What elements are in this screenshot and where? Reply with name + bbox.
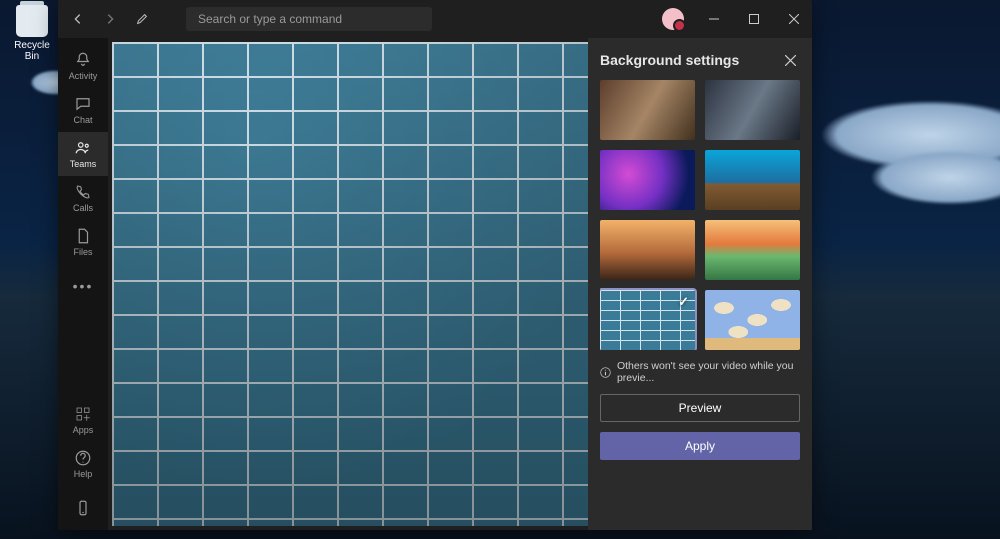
rail-label: Activity: [69, 71, 98, 81]
video-preview: [108, 38, 588, 530]
nav-back-button[interactable]: [64, 5, 92, 33]
bg-thumb-old-town[interactable]: [600, 220, 695, 280]
rail-label: Files: [73, 247, 92, 257]
preview-button[interactable]: Preview: [600, 394, 800, 422]
apps-icon: [74, 405, 92, 423]
nav-forward-button[interactable]: [96, 5, 124, 33]
window-close-button[interactable]: [776, 5, 812, 33]
panel-close-button[interactable]: [780, 50, 800, 70]
rail-label: Calls: [73, 203, 93, 213]
rail-device[interactable]: [58, 486, 108, 530]
rail-more[interactable]: •••: [58, 264, 108, 308]
teams-icon: [74, 139, 92, 157]
recycle-bin[interactable]: Recycle Bin: [8, 5, 56, 62]
rail-label: Help: [74, 469, 93, 479]
apply-button[interactable]: Apply: [600, 432, 800, 460]
teams-window: Search or type a command Activity Chat T…: [58, 0, 812, 530]
rail-help[interactable]: Help: [58, 442, 108, 486]
search-placeholder: Search or type a command: [198, 12, 342, 26]
bg-thumb-moon-cliff[interactable]: [705, 150, 800, 210]
rail-teams[interactable]: Teams: [58, 132, 108, 176]
new-note-button[interactable]: [128, 5, 156, 33]
background-preview-brick: [112, 42, 588, 526]
help-icon: [74, 449, 92, 467]
rail-apps[interactable]: Apps: [58, 398, 108, 442]
info-icon: [600, 366, 611, 379]
bg-thumb-sunset-hiker[interactable]: [705, 220, 800, 280]
close-icon: [785, 55, 796, 66]
bg-thumb-street-dusk[interactable]: [600, 80, 695, 140]
rail-label: Chat: [73, 115, 92, 125]
titlebar: Search or type a command: [58, 0, 812, 38]
rail-activity[interactable]: Activity: [58, 44, 108, 88]
rail-calls[interactable]: Calls: [58, 176, 108, 220]
window-minimize-button[interactable]: [696, 5, 732, 33]
phone-icon: [74, 183, 92, 201]
more-icon: •••: [73, 279, 94, 293]
panel-title: Background settings: [600, 52, 739, 68]
window-maximize-button[interactable]: [736, 5, 772, 33]
recycle-bin-label: Recycle Bin: [8, 40, 56, 62]
search-input[interactable]: Search or type a command: [186, 7, 432, 31]
rail-label: Teams: [70, 159, 97, 169]
file-icon: [74, 227, 92, 245]
avatar[interactable]: [662, 8, 684, 30]
preview-notice: Others won't see your video while you pr…: [600, 360, 800, 384]
recycle-bin-icon: [16, 5, 48, 37]
rail-files[interactable]: Files: [58, 220, 108, 264]
rail-label: Apps: [73, 425, 94, 435]
app-rail: Activity Chat Teams Calls Files •••: [58, 38, 108, 530]
bg-thumb-blue-brick[interactable]: [600, 290, 695, 350]
background-grid: [600, 80, 800, 350]
notice-text: Others won't see your video while you pr…: [617, 360, 800, 384]
bg-thumb-nebula[interactable]: [600, 150, 695, 210]
device-icon: [74, 499, 92, 517]
chat-icon: [74, 95, 92, 113]
bg-thumb-clouds-wall[interactable]: [705, 290, 800, 350]
rail-chat[interactable]: Chat: [58, 88, 108, 132]
background-settings-panel: Background settings: [588, 38, 812, 530]
bg-thumb-mountain-grey[interactable]: [705, 80, 800, 140]
bell-icon: [74, 51, 92, 69]
